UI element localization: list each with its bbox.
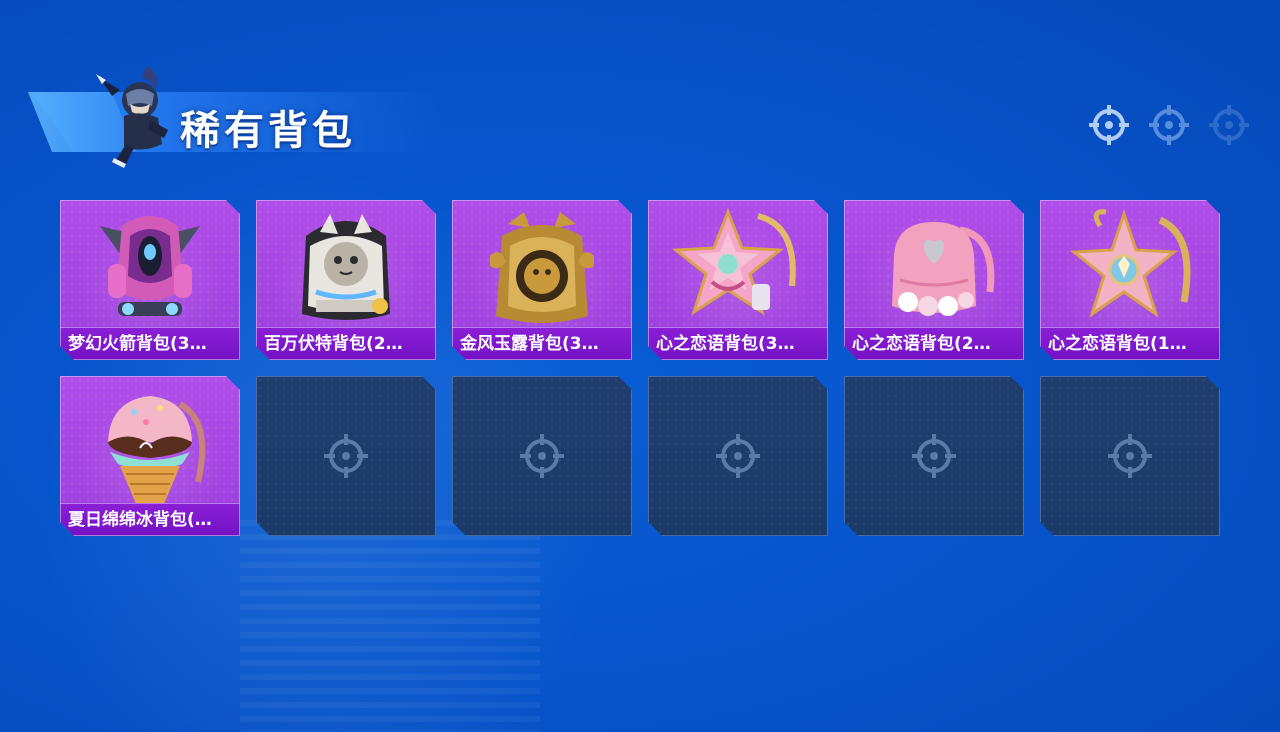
- page-title: 稀有背包: [180, 108, 356, 154]
- empty-slot[interactable]: [452, 376, 632, 536]
- page-indicators: [1088, 104, 1250, 146]
- backpack-grid: 梦幻火箭背包(3… 百万伏特背包(2… 金风玉露背包(3… 心之恋语背包(3… …: [60, 200, 1220, 536]
- backpack-card[interactable]: 百万伏特背包(2…: [256, 200, 436, 360]
- star-backpack-icon: [668, 206, 808, 330]
- crosshair-icon: [518, 432, 566, 480]
- heart-backpack-icon: [864, 206, 1004, 330]
- background-texture: [240, 520, 540, 732]
- skydiver-avatar-icon: [96, 66, 168, 168]
- empty-slot[interactable]: [1040, 376, 1220, 536]
- backpack-name: 百万伏特背包(2…: [256, 327, 436, 360]
- backpack-name: 梦幻火箭背包(3…: [60, 327, 240, 360]
- crosshair-icon: [1106, 432, 1154, 480]
- rocket-backpack-icon: [80, 206, 220, 330]
- golden-backpack-icon: [472, 206, 612, 330]
- icecream-backpack-icon: [80, 382, 220, 506]
- crosshair-icon: [1209, 105, 1249, 145]
- backpack-name: 心之恋语背包(3…: [648, 327, 828, 360]
- backpack-card[interactable]: 夏日绵绵冰背包(…: [60, 376, 240, 536]
- star-backpack-icon: [1060, 206, 1200, 330]
- backpack-name: 心之恋语背包(1…: [1040, 327, 1220, 360]
- crosshair-icon: [322, 432, 370, 480]
- crosshair-icon: [1149, 105, 1189, 145]
- backpack-card[interactable]: 心之恋语背包(3…: [648, 200, 828, 360]
- backpack-card[interactable]: 梦幻火箭背包(3…: [60, 200, 240, 360]
- backpack-name: 金风玉露背包(3…: [452, 327, 632, 360]
- page-header: 稀有背包: [28, 56, 448, 176]
- crosshair-icon: [714, 432, 762, 480]
- backpack-card[interactable]: 心之恋语背包(2…: [844, 200, 1024, 360]
- empty-slot[interactable]: [256, 376, 436, 536]
- backpack-name: 夏日绵绵冰背包(…: [60, 503, 240, 536]
- crosshair-icon: [1089, 105, 1129, 145]
- crosshair-icon: [910, 432, 958, 480]
- empty-slot[interactable]: [648, 376, 828, 536]
- backpack-name: 心之恋语背包(2…: [844, 327, 1024, 360]
- empty-slot[interactable]: [844, 376, 1024, 536]
- backpack-card[interactable]: 心之恋语背包(1…: [1040, 200, 1220, 360]
- backpack-card[interactable]: 金风玉露背包(3…: [452, 200, 632, 360]
- cat-backpack-icon: [276, 206, 416, 330]
